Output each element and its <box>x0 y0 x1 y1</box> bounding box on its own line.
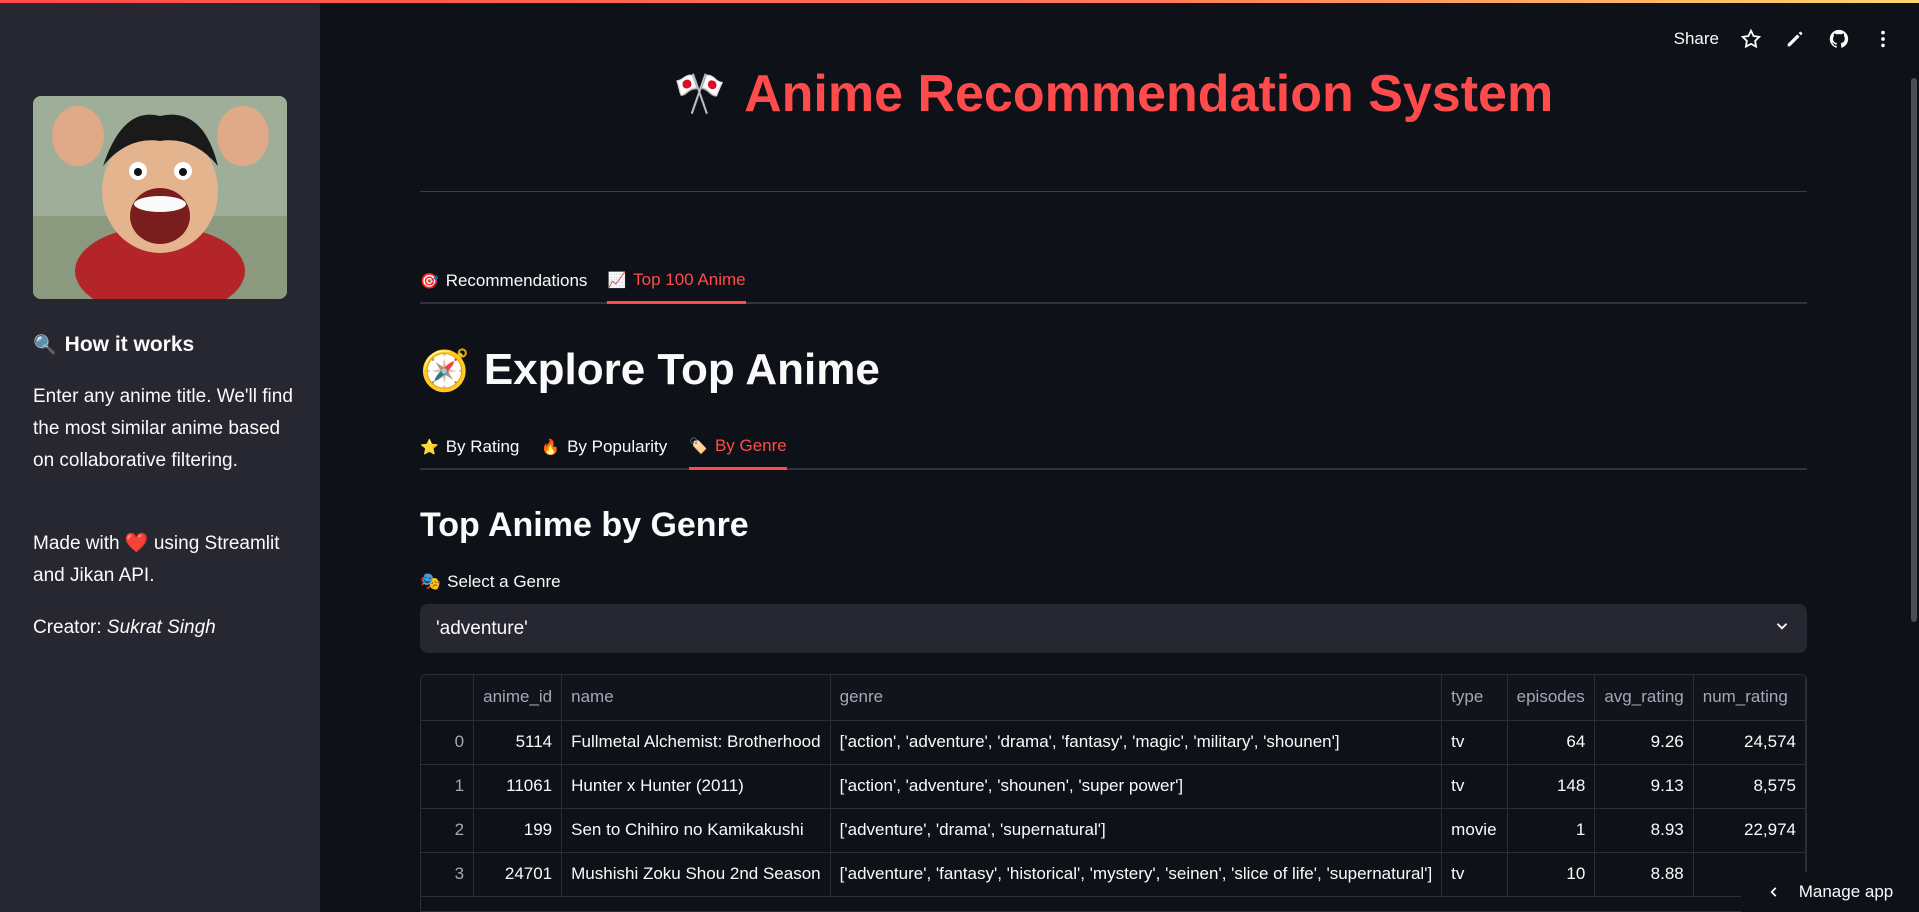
table-cell[interactable]: 22,974 <box>1693 808 1806 853</box>
select-label-text: Select a Genre <box>447 572 561 591</box>
section-heading-text: Explore Top Anime <box>483 345 880 394</box>
chevron-left-icon <box>1770 887 1777 897</box>
table-cell[interactable]: 8.93 <box>1594 808 1694 853</box>
main-tabs: 🎯 Recommendations 📈 Top 100 Anime <box>420 262 1807 304</box>
page-scrollbar[interactable] <box>1911 78 1917 622</box>
crossed-flags-icon: 🎌 <box>673 69 727 117</box>
table-cell[interactable]: ['adventure', 'fantasy', 'historical', '… <box>830 852 1443 897</box>
divider <box>420 191 1807 192</box>
made-with-prefix: Made with <box>33 533 120 554</box>
github-icon[interactable] <box>1827 27 1851 51</box>
table-cell[interactable]: Mushishi Zoku Shou 2nd Season <box>561 852 831 897</box>
tab-label: Top 100 Anime <box>633 269 746 289</box>
table-cell[interactable]: 8.88 <box>1594 852 1694 897</box>
tab-label: Recommendations <box>445 271 588 290</box>
col-header-episodes[interactable]: episodes <box>1507 675 1596 721</box>
table-row: 2 199 Sen to Chihiro no Kamikakushi ['ad… <box>421 808 1806 853</box>
sidebar-image <box>33 96 287 299</box>
fire-icon: 🔥 <box>541 439 561 456</box>
more-vert-icon[interactable] <box>1871 27 1895 51</box>
genre-select[interactable]: 'adventure' <box>420 604 1807 653</box>
table-cell[interactable]: Hunter x Hunter (2011) <box>561 764 831 809</box>
top-decoration-bar <box>0 0 1919 3</box>
table-cell[interactable]: 9.26 <box>1594 720 1694 765</box>
tag-icon: 🏷️ <box>689 437 708 455</box>
tab-label: By Genre <box>714 435 787 455</box>
table-cell[interactable]: 0 <box>421 720 475 765</box>
table-cell[interactable]: Sen to Chihiro no Kamikakushi <box>561 808 831 853</box>
chevron-down-icon <box>1773 617 1791 641</box>
table-cell[interactable]: tv <box>1441 852 1508 897</box>
table-cell[interactable]: ['action', 'adventure', 'shounen', 'supe… <box>830 764 1443 809</box>
table-cell[interactable]: tv <box>1441 764 1508 809</box>
col-header-type[interactable]: type <box>1441 675 1508 721</box>
col-header-anime-id[interactable]: anime_id <box>473 675 563 721</box>
how-it-works-text: Enter any anime title. We'll find the mo… <box>33 386 293 471</box>
table-cell[interactable]: 5114 <box>473 720 563 765</box>
creator-text: Creator: Sukrat Singh <box>33 612 293 644</box>
table-cell[interactable]: 2 <box>421 808 475 853</box>
table-cell[interactable]: Fullmetal Alchemist: Brotherhood <box>561 720 831 765</box>
col-header-index[interactable] <box>421 675 475 721</box>
table-cell[interactable]: 11061 <box>473 764 563 809</box>
creator-label: Creator: <box>33 617 102 638</box>
col-header-name[interactable]: name <box>561 675 831 721</box>
masks-icon: 🎭 <box>420 572 442 591</box>
table-cell[interactable]: 24,574 <box>1693 720 1806 765</box>
table-cell[interactable]: ['adventure', 'drama', 'supernatural'] <box>830 808 1443 853</box>
table-cell[interactable]: 1 <box>1507 808 1596 853</box>
table-header-row: anime_id name genre type episodes avg_ra… <box>421 675 1806 721</box>
tab-label: By Popularity <box>567 437 668 456</box>
star-emoji-icon: ⭐ <box>420 439 439 456</box>
col-header-avg-rating[interactable]: avg_rating <box>1594 675 1694 721</box>
tab-label: By Rating <box>445 437 520 456</box>
table-cell[interactable]: 64 <box>1507 720 1596 765</box>
col-header-genre[interactable]: genre <box>830 675 1443 721</box>
tab-top-100-anime[interactable]: 📈 Top 100 Anime <box>607 262 746 304</box>
heart-icon: ❤️ <box>124 533 149 554</box>
tab-by-popularity[interactable]: 🔥 By Popularity <box>541 428 667 470</box>
table-cell[interactable]: 3 <box>421 852 475 897</box>
compass-icon: 🧭 <box>420 348 470 393</box>
table-cell[interactable]: 148 <box>1507 764 1596 809</box>
table-row: 0 5114 Fullmetal Alchemist: Brotherhood … <box>421 720 1806 765</box>
sidebar: 🔍 How it works Enter any anime title. We… <box>0 0 320 912</box>
magnifier-icon: 🔍 <box>33 335 57 356</box>
table-cell[interactable]: ['action', 'adventure', 'drama', 'fantas… <box>830 720 1443 765</box>
page-title: 🎌 Anime Recommendation System <box>420 64 1807 124</box>
table-cell[interactable]: 9.13 <box>1594 764 1694 809</box>
made-with-text: Made with ❤️ using Streamlit and Jikan A… <box>33 528 293 592</box>
manage-app-label: Manage app <box>1798 882 1894 901</box>
creator-name: Sukrat Singh <box>106 617 216 638</box>
col-header-num-rating[interactable]: num_rating <box>1693 675 1806 721</box>
main-content: 🎌 Anime Recommendation System 🎯 Recommen… <box>420 0 1807 912</box>
table-cell[interactable]: movie <box>1441 808 1508 853</box>
table-cell[interactable]: 1 <box>421 764 475 809</box>
page-title-text: Anime Recommendation System <box>744 65 1554 123</box>
chart-icon: 📈 <box>607 271 627 289</box>
table-row: 3 24701 Mushishi Zoku Shou 2nd Season ['… <box>421 852 1806 897</box>
anime-character-illustration <box>33 96 287 299</box>
manage-app-button[interactable]: Manage app <box>1741 872 1919 912</box>
table-row: 1 11061 Hunter x Hunter (2011) ['action'… <box>421 764 1806 809</box>
target-icon: 🎯 <box>420 273 439 290</box>
section-heading: 🧭 Explore Top Anime <box>420 345 880 395</box>
genre-heading: Top Anime by Genre <box>420 506 749 544</box>
tab-recommendations[interactable]: 🎯 Recommendations <box>420 262 587 304</box>
select-label: 🎭 Select a Genre <box>420 572 561 592</box>
table-cell[interactable]: 24701 <box>473 852 563 897</box>
genre-select-value: 'adventure' <box>436 617 528 639</box>
how-it-works-label: How it works <box>64 333 195 356</box>
how-it-works-heading: 🔍 How it works <box>33 333 194 357</box>
table-cell[interactable]: tv <box>1441 720 1508 765</box>
data-table[interactable]: anime_id name genre type episodes avg_ra… <box>420 674 1807 912</box>
tab-by-genre[interactable]: 🏷️ By Genre <box>689 428 787 470</box>
sub-tabs: ⭐ By Rating 🔥 By Popularity 🏷️ By Genre <box>420 428 1807 470</box>
table-cell[interactable]: 199 <box>473 808 563 853</box>
tab-by-rating[interactable]: ⭐ By Rating <box>420 428 519 470</box>
table-cell[interactable]: 10 <box>1507 852 1596 897</box>
table-cell[interactable]: 8,575 <box>1693 764 1806 809</box>
